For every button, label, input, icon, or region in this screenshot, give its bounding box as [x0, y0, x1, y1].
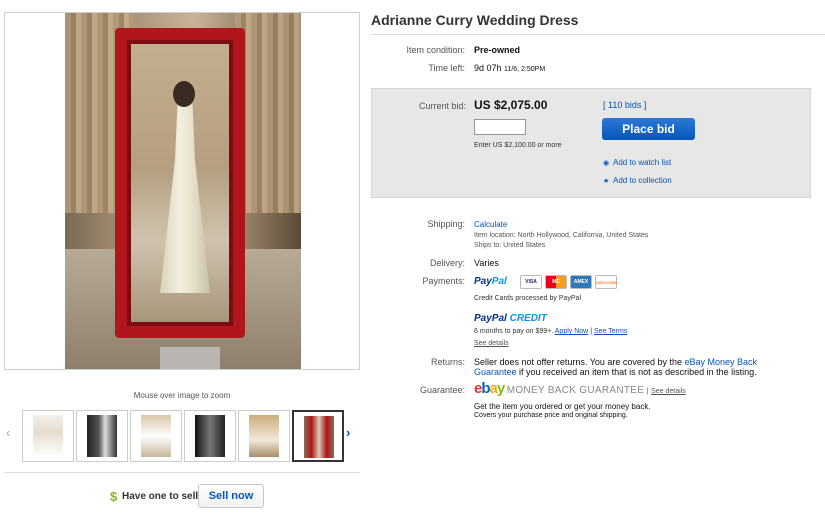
returns-text-part: if you received an item that is not as d…	[519, 367, 757, 377]
paypal-logo-part: Pay	[474, 276, 492, 287]
thumbnail-5[interactable]	[238, 410, 290, 462]
thumbnail-4[interactable]	[184, 410, 236, 462]
current-bid-label: Current bid:	[418, 101, 466, 111]
see-terms-link[interactable]: See Terms	[594, 328, 627, 335]
chevron-right-icon[interactable]: ›	[346, 426, 356, 440]
ebay-logo: ebay	[474, 380, 505, 397]
amex-card-icon: AMEX	[570, 275, 592, 289]
returns-text: Seller does not offer returns. You are c…	[474, 357, 774, 377]
guarantee-see-details-link[interactable]: See details	[651, 388, 686, 395]
paypal-credit-terms: 6 months to pay on $99+. Apply Now | See…	[474, 328, 627, 335]
shipping-label: Shipping:	[427, 219, 465, 229]
bids-count-link[interactable]: [ 110 bids ]	[603, 100, 646, 110]
divider	[4, 472, 360, 473]
thumbnail-2[interactable]	[76, 410, 128, 462]
time-left-duration: 9d 07h	[474, 63, 502, 73]
sell-now-button[interactable]: Sell now	[198, 484, 264, 508]
current-bid-amount: US $2,075.00	[474, 98, 548, 112]
paypal-logo: PayPal	[474, 276, 507, 287]
guarantee-label: Guarantee:	[419, 385, 465, 395]
add-to-watch-list-link[interactable]: ◉ Add to watch list	[603, 158, 671, 167]
time-left-value: 9d 07h 11/6, 2:50PM	[474, 63, 545, 73]
guarantee-line-1: Get the item you ordered or get your mon…	[474, 402, 651, 411]
mastercard-icon: MC	[545, 275, 567, 289]
thumbnail-6[interactable]	[292, 410, 344, 462]
sell-row: $ Have one to sell? Sell now	[4, 484, 360, 510]
ebay-guarantee-badge: ebay MONEY BACK GUARANTEE | See details	[474, 380, 686, 397]
main-item-photo[interactable]	[65, 13, 301, 369]
paypal-credit-logo: PayPal CREDIT	[474, 313, 547, 324]
ebay-logo-letter: y	[496, 380, 505, 397]
page-title: Adrianne Curry Wedding Dress	[371, 12, 579, 28]
delivery-label: Delivery:	[429, 258, 465, 268]
condition-label: Item condition:	[406, 45, 465, 55]
thumbnail-1[interactable]	[22, 410, 74, 462]
star-icon: ★	[603, 178, 610, 185]
sell-prompt: Have one to sell?	[122, 491, 205, 502]
bid-panel: Current bid: US $2,075.00 Enter US $2,10…	[371, 88, 811, 198]
place-bid-button[interactable]: Place bid	[602, 118, 695, 140]
ebay-logo-letter: b	[481, 380, 490, 397]
time-left-end: 11/6, 2:50PM	[504, 66, 546, 73]
time-left-label: Time left:	[428, 63, 465, 73]
collection-label: Add to collection	[613, 176, 672, 185]
separator: |	[646, 388, 649, 395]
paypal-logo-part: Pal	[491, 276, 507, 287]
payments-see-details-link[interactable]: See details	[474, 340, 509, 347]
main-image-frame[interactable]	[4, 12, 360, 370]
thumbnail-image	[33, 415, 63, 457]
paypal-credit-part: CREDIT	[509, 313, 547, 324]
separator: |	[590, 328, 593, 335]
thumbnail-3[interactable]	[130, 410, 182, 462]
watch-label: Add to watch list	[613, 158, 672, 167]
delivery-value: Varies	[474, 258, 499, 268]
money-back-guarantee-link[interactable]: eBay Money Back	[684, 357, 757, 367]
ebay-logo-letter: a	[489, 380, 498, 397]
chevron-left-icon[interactable]: ‹	[6, 426, 16, 440]
ships-to: Ships to: United States	[474, 242, 546, 249]
photo-mirror-stand	[160, 347, 220, 369]
zoom-hint: Mouse over image to zoom	[133, 391, 231, 400]
thumbnail-image	[87, 415, 117, 457]
thumbnail-image	[195, 415, 225, 457]
paypal-credit-part: PayPal	[474, 313, 507, 324]
eye-icon: ◉	[603, 160, 610, 167]
payments-label: Payments:	[422, 276, 465, 286]
returns-text-part: Seller does not offer returns. You are c…	[474, 357, 682, 367]
thumbnail-image	[304, 416, 334, 458]
credit-terms-text: 6 months to pay on $99+.	[474, 328, 554, 335]
item-location: Item location: North Hollywood, Californ…	[474, 232, 649, 239]
thumbnail-strip: ‹ ›	[4, 408, 360, 466]
bid-minimum-hint: Enter US $2,100.00 or more	[474, 142, 562, 149]
visa-card-icon: VISA	[520, 275, 542, 289]
returns-label: Returns:	[430, 357, 465, 367]
money-back-guarantee-text: MONEY BACK GUARANTEE	[506, 385, 645, 396]
divider	[371, 34, 825, 35]
add-to-collection-link[interactable]: ★ Add to collection	[603, 176, 672, 185]
thumbnail-image	[249, 415, 279, 457]
guarantee-line-2: Covers your purchase price and original …	[474, 412, 628, 419]
photo-figure-head	[173, 81, 195, 107]
credit-cards-processed: Credit Cards processed by PayPal	[474, 295, 581, 302]
condition-value: Pre-owned	[474, 45, 521, 55]
thumbnail-image	[141, 415, 171, 457]
bid-input[interactable]	[474, 119, 526, 135]
shipping-calculate-link[interactable]: Calculate	[474, 220, 507, 229]
apply-now-link[interactable]: Apply Now	[555, 328, 588, 335]
money-back-guarantee-link[interactable]: Guarantee	[474, 367, 517, 377]
dollar-icon: $	[110, 489, 118, 504]
discover-card-icon: DISCOVER	[595, 275, 617, 289]
